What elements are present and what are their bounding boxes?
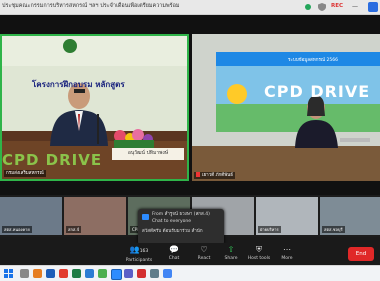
speaker-name-tag-2: เยาวดี ภักดีพันธ์ — [194, 172, 235, 179]
participants-button[interactable]: 👥163 Participants — [120, 244, 158, 264]
recording-indicator[interactable]: REC — [331, 2, 343, 11]
banner-title: โครงการฝึกอบรม หลักสูตร — [32, 80, 125, 89]
acrobat-icon[interactable] — [137, 269, 146, 278]
excel-icon[interactable] — [72, 269, 81, 278]
banner-subtitle: ระบบข้อมูลสหกรณ์ 2566 — [288, 58, 338, 63]
shield-icon — [318, 3, 326, 11]
os-taskbar — [0, 265, 380, 281]
edge-icon[interactable] — [85, 269, 94, 278]
banner-brand-right: CPD DRIVE — [264, 82, 371, 101]
chat-recipient: Chat to everyone — [152, 219, 191, 224]
participant-name: สตส.หนองคาย — [2, 226, 32, 233]
participant-tile[interactable]: สตส.ชลบุรี — [320, 197, 380, 235]
search-icon[interactable] — [20, 269, 29, 278]
banner-brand: CPD DRIVE — [2, 151, 103, 169]
participant-tile[interactable]: สตส.หนองคาย — [0, 197, 62, 235]
speaker-name-2: เยาวดี ภักดีพันธ์ — [202, 173, 233, 178]
speaker-video-frame-2 — [192, 34, 380, 181]
speaker-name: กรมส่งเสริมสหกรณ์ — [6, 171, 44, 176]
participant-name: สกส.4 — [66, 226, 82, 233]
participants-label: Participants — [125, 258, 153, 263]
chat-message: สวัสดีครับ ต้อนรับมาร่วม สำนัก — [142, 229, 203, 234]
video-stage: โครงการฝึกอบรม หลักสูตร CPD DRIVE อนุวัฒ… — [0, 15, 380, 195]
meeting-toolbar: 👥163 Participants 💬 Chat ♡ React ⇧ Share… — [0, 243, 380, 265]
chat-icon — [142, 214, 149, 220]
participant-tile[interactable]: ฝ่ายบริหาร — [256, 197, 318, 235]
line-icon[interactable] — [98, 269, 107, 278]
more-icon: ⋯ — [283, 245, 291, 254]
status-dot — [305, 4, 311, 10]
speaker-name-tag: กรมส่งเสริมสหกรณ์ — [4, 170, 46, 177]
window-titlebar: ประชุมคณะกรรมการบริหารสหกรณ์ ฯลฯ ประจำเด… — [0, 0, 380, 15]
desk-name-sign: อนุวัฒน์ ปทิมาพงษ์ — [127, 150, 169, 156]
more-label: More — [281, 256, 293, 261]
zoom-icon[interactable] — [111, 269, 122, 280]
windows-start-icon[interactable] — [4, 269, 13, 278]
participant-name: ฝ่ายบริหาร — [258, 226, 281, 233]
active-speaker-video[interactable]: โครงการฝึกอบรม หลักสูตร CPD DRIVE อนุวัฒ… — [0, 34, 189, 181]
participants-icon: 👥163 — [129, 245, 149, 254]
file-explorer-icon[interactable] — [33, 269, 42, 278]
end-meeting-button[interactable]: End — [348, 247, 374, 261]
chrome-icon[interactable] — [163, 269, 172, 278]
minimize-icon[interactable]: — — [350, 2, 360, 12]
participant-name: สตส.ชลบุรี — [322, 226, 345, 233]
more-button[interactable]: ⋯ More — [268, 244, 306, 264]
chat-sender: From สำรูจน์ ธวงษา (สกส.4) — [152, 212, 210, 217]
speaker-video[interactable]: CPD DRIVE ระบบข้อมูลสหกรณ์ 2566 เยาวดี ภ… — [192, 34, 380, 181]
app-icon[interactable] — [150, 269, 159, 278]
teams-icon[interactable] — [124, 269, 133, 278]
security-icon[interactable] — [368, 2, 378, 12]
mic-muted-icon — [196, 172, 200, 177]
participant-count: 163 — [139, 249, 149, 254]
chat-notification[interactable]: From สำรูจน์ ธวงษา (สกส.4) Chat to every… — [138, 209, 224, 245]
powerpoint-icon[interactable] — [59, 269, 68, 278]
participant-tile[interactable]: สกส.4 — [64, 197, 126, 235]
window-title: ประชุมคณะกรรมการบริหารสหกรณ์ ฯลฯ ประจำเด… — [2, 3, 180, 9]
word-icon[interactable] — [46, 269, 55, 278]
